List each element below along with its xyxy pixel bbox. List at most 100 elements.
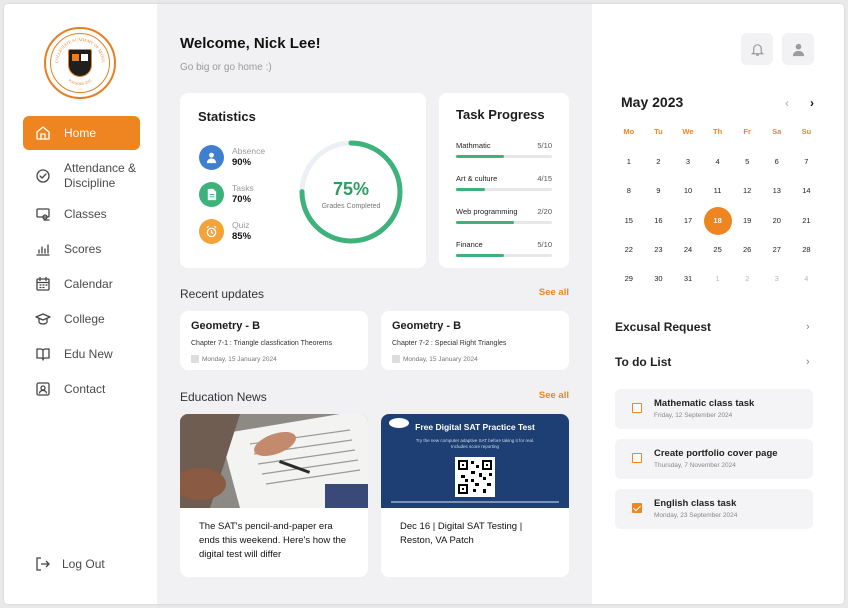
calendar-day[interactable]: 19 — [732, 209, 762, 238]
calendar-day[interactable]: 27 — [762, 238, 792, 267]
calendar-day[interactable]: 16 — [644, 209, 674, 238]
calendar-day[interactable]: 10 — [673, 179, 703, 208]
calendar-day[interactable]: 11 — [703, 179, 733, 208]
sidebar-item-edu[interactable]: Edu New — [23, 336, 140, 371]
calendar-day[interactable]: 17 — [673, 209, 703, 238]
task-count: 2/20 — [537, 207, 552, 216]
calendar-day[interactable]: 2 — [644, 150, 674, 179]
task-progress-item: Mathmatic 5/10 — [456, 141, 552, 158]
sidebar-item-label: Edu New — [64, 346, 113, 361]
calendar-day[interactable]: 7 — [792, 150, 822, 179]
home-icon — [35, 125, 51, 141]
calendar-day[interactable]: 22 — [614, 238, 644, 267]
calendar-day[interactable]: 25 — [703, 238, 733, 267]
calendar-day[interactable]: 26 — [732, 238, 762, 267]
calendar-day[interactable]: 5 — [732, 150, 762, 179]
education-news-see-all[interactable]: See all — [539, 390, 569, 401]
calendar-day[interactable]: 8 — [614, 179, 644, 208]
calendar-day[interactable]: 1 — [703, 267, 733, 296]
calendar-day-selected[interactable]: 18 — [703, 206, 733, 238]
update-subtitle: Chapter 7-2 : Special Right Triangles — [392, 340, 507, 347]
stat-label: Absence — [232, 146, 266, 156]
sidebar-item-attendance[interactable]: Attendance & Discipline — [23, 156, 140, 196]
calendar-day[interactable]: 6 — [762, 150, 792, 179]
excusal-request-title[interactable]: Excusal Request — [615, 320, 711, 334]
calendar-prev-button[interactable]: ‹ — [785, 96, 789, 110]
calendar-day-number: 14 — [802, 186, 811, 196]
notifications-button[interactable] — [741, 33, 773, 65]
task-name: Art & culture — [456, 174, 498, 183]
excusal-chevron-icon[interactable]: › — [806, 321, 810, 333]
app-window: COLLEGIATE ACADEMY OF SEOUL FOUNDED 2015… — [4, 4, 844, 604]
logout-label: Log Out — [62, 557, 105, 571]
sidebar-item-classes[interactable]: Classes — [23, 196, 140, 231]
task-progress-item: Web programming 2/20 — [456, 207, 552, 224]
crest-shield-icon — [68, 49, 92, 77]
bell-icon — [750, 43, 764, 56]
sidebar-item-scores[interactable]: Scores — [23, 231, 140, 266]
news-card[interactable]: Free Digital SAT Practice Test Try the n… — [381, 414, 569, 577]
update-card[interactable]: Geometry - B Chapter 7-2 : Special Right… — [381, 311, 569, 370]
todo-checkbox[interactable] — [632, 403, 642, 413]
sidebar-item-contact[interactable]: Contact — [23, 371, 140, 406]
sidebar-item-label: Scores — [64, 241, 102, 256]
calendar-day[interactable]: 2 — [732, 267, 762, 296]
profile-button[interactable] — [782, 33, 814, 65]
calendar-day[interactable]: 12 — [732, 179, 762, 208]
todo-title-text: English class task — [654, 498, 737, 509]
stat-tasks: Tasks 70% — [199, 182, 254, 207]
todo-title-text: Create portfolio cover page — [654, 448, 778, 459]
calendar-day[interactable]: 23 — [644, 238, 674, 267]
todo-item[interactable]: Create portfolio cover page Thursday, 7 N… — [615, 439, 813, 479]
task-progress-bar — [456, 155, 552, 158]
task-progress-bar — [456, 221, 552, 224]
calendar-day[interactable]: 21 — [792, 209, 822, 238]
update-date-row: Monday, 15 January 2024 — [191, 355, 277, 363]
task-progress-card: Task Progress Mathmatic 5/10 Art & culture… — [439, 93, 569, 268]
sidebar-nav: Home Attendance & Discipline Classes Scores… — [23, 116, 140, 406]
calendar-day[interactable]: 30 — [644, 267, 674, 296]
todo-item[interactable]: Mathematic class task Friday, 12 Septembe… — [615, 389, 813, 429]
calendar-day[interactable]: 14 — [792, 179, 822, 208]
calendar-day[interactable]: 24 — [673, 238, 703, 267]
calendar-day-number: 1 — [715, 274, 720, 284]
sidebar-item-college[interactable]: College — [23, 301, 140, 336]
recent-updates-see-all[interactable]: See all — [539, 287, 569, 298]
calendar-day-number: 20 — [772, 215, 781, 225]
calendar-day-number: 12 — [743, 186, 752, 196]
todo-checkbox[interactable] — [632, 503, 642, 513]
right-panel: May 2023 ‹ › Mo Tu We Th Fr Sa Su 1 2 3 4 5 6 7 8 9 10 11… — [592, 4, 844, 604]
calendar-day[interactable]: 20 — [762, 209, 792, 238]
todo-chevron-icon[interactable]: › — [806, 356, 810, 368]
calendar-day[interactable]: 1 — [614, 150, 644, 179]
logout-button[interactable]: Log Out — [35, 556, 105, 572]
calendar-day[interactable]: 28 — [792, 238, 822, 267]
calendar-day-number: 13 — [772, 186, 781, 196]
calendar-day[interactable]: 3 — [762, 267, 792, 296]
news-card[interactable]: The SAT's pencil-and-paper era ends this… — [180, 414, 368, 577]
calendar-day[interactable]: 13 — [762, 179, 792, 208]
task-progress-item: Finance 5/10 — [456, 240, 552, 257]
calendar-day[interactable]: 15 — [614, 209, 644, 238]
calendar-day[interactable]: 4 — [703, 150, 733, 179]
update-card[interactable]: Geometry - B Chapter 7-1 : Triangle clas… — [180, 311, 368, 370]
calendar-day[interactable]: 9 — [644, 179, 674, 208]
calendar-day[interactable]: 3 — [673, 150, 703, 179]
todo-checkbox[interactable] — [632, 453, 642, 463]
poster-title: Free Digital SAT Practice Test — [415, 422, 535, 432]
sidebar-item-label: Contact — [64, 381, 106, 396]
calendar-day-number: 18 — [703, 206, 732, 235]
calendar-next-button[interactable]: › — [810, 96, 814, 110]
calendar-small-icon — [392, 355, 400, 363]
calendar-day[interactable]: 29 — [614, 267, 644, 296]
sidebar-item-calendar[interactable]: Calendar — [23, 266, 140, 301]
poster-text: Try the new computer adaptive SAT before… — [415, 438, 535, 449]
calendar-day-number: 3 — [774, 274, 779, 284]
update-title: Geometry - B — [191, 320, 261, 332]
calendar-grid: Mo Tu We Th Fr Sa Su 1 2 3 4 5 6 7 8 9 10 11 12 13 14 15 16 17 1… — [614, 123, 821, 296]
sidebar-item-home[interactable]: Home — [23, 116, 140, 150]
calendar-day[interactable]: 4 — [792, 267, 822, 296]
sidebar-item-label: Classes — [64, 206, 107, 221]
calendar-day[interactable]: 31 — [673, 267, 703, 296]
todo-item[interactable]: English class task Monday, 23 September 2… — [615, 489, 813, 529]
